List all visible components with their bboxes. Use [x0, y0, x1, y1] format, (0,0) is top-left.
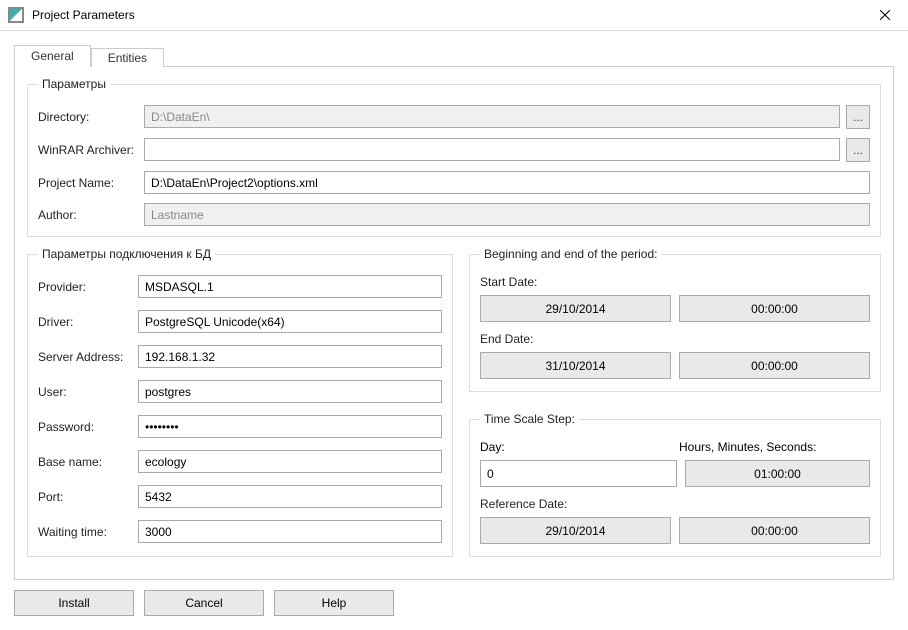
app-icon: [8, 7, 24, 23]
server-input[interactable]: [138, 345, 442, 368]
user-label: User:: [38, 385, 138, 399]
group-db-legend: Параметры подключения к БД: [38, 247, 215, 261]
port-label: Port:: [38, 490, 138, 504]
directory-input[interactable]: [144, 105, 840, 128]
driver-label: Driver:: [38, 315, 138, 329]
provider-label: Provider:: [38, 280, 138, 294]
end-date-button[interactable]: 31/10/2014: [480, 352, 671, 379]
tabstrip: General Entities: [14, 43, 894, 66]
help-button[interactable]: Help: [274, 590, 394, 616]
cancel-button[interactable]: Cancel: [144, 590, 264, 616]
directory-browse-button[interactable]: ...: [846, 105, 870, 129]
server-label: Server Address:: [38, 350, 138, 364]
wait-label: Waiting time:: [38, 525, 138, 539]
hms-button[interactable]: 01:00:00: [685, 460, 870, 487]
client-area: General Entities Параметры Directory: ..…: [0, 31, 908, 630]
password-label: Password:: [38, 420, 138, 434]
author-input[interactable]: [144, 203, 870, 226]
ref-date-label: Reference Date:: [480, 497, 870, 511]
port-input[interactable]: [138, 485, 442, 508]
titlebar: Project Parameters: [0, 0, 908, 31]
group-params-legend: Параметры: [38, 77, 110, 91]
start-date-button[interactable]: 29/10/2014: [480, 295, 671, 322]
winrar-label: WinRAR Archiver:: [38, 143, 144, 157]
wait-input[interactable]: [138, 520, 442, 543]
ref-time-button[interactable]: 00:00:00: [679, 517, 870, 544]
hms-label: Hours, Minutes, Seconds:: [679, 440, 870, 454]
base-label: Base name:: [38, 455, 138, 469]
group-timescale: Time Scale Step: Day: Hours, Minutes, Se…: [469, 412, 881, 557]
install-button[interactable]: Install: [14, 590, 134, 616]
button-bar: Install Cancel Help: [14, 590, 894, 616]
project-name-label: Project Name:: [38, 176, 144, 190]
group-timescale-legend: Time Scale Step:: [480, 412, 579, 426]
end-time-button[interactable]: 00:00:00: [679, 352, 870, 379]
directory-label: Directory:: [38, 110, 144, 124]
ref-date-button[interactable]: 29/10/2014: [480, 517, 671, 544]
end-date-label: End Date:: [480, 332, 870, 346]
provider-input[interactable]: [138, 275, 442, 298]
tab-panel-general: Параметры Directory: ... WinRAR Archiver…: [14, 66, 894, 580]
day-label: Day:: [480, 440, 671, 454]
day-input[interactable]: [480, 460, 677, 487]
group-period-legend: Beginning and end of the period:: [480, 247, 661, 261]
tab-general[interactable]: General: [14, 45, 91, 67]
close-button[interactable]: [862, 0, 908, 31]
start-time-button[interactable]: 00:00:00: [679, 295, 870, 322]
user-input[interactable]: [138, 380, 442, 403]
base-input[interactable]: [138, 450, 442, 473]
close-icon: [880, 10, 890, 20]
start-date-label: Start Date:: [480, 275, 870, 289]
window-title: Project Parameters: [32, 8, 862, 22]
driver-input[interactable]: [138, 310, 442, 333]
password-input[interactable]: [138, 415, 442, 438]
group-params: Параметры Directory: ... WinRAR Archiver…: [27, 77, 881, 237]
group-db: Параметры подключения к БД Provider: Dri…: [27, 247, 453, 557]
author-label: Author:: [38, 208, 144, 222]
tab-entities[interactable]: Entities: [91, 48, 164, 67]
winrar-browse-button[interactable]: ...: [846, 138, 870, 162]
group-period: Beginning and end of the period: Start D…: [469, 247, 881, 392]
project-name-input[interactable]: [144, 171, 870, 194]
winrar-input[interactable]: [144, 138, 840, 161]
